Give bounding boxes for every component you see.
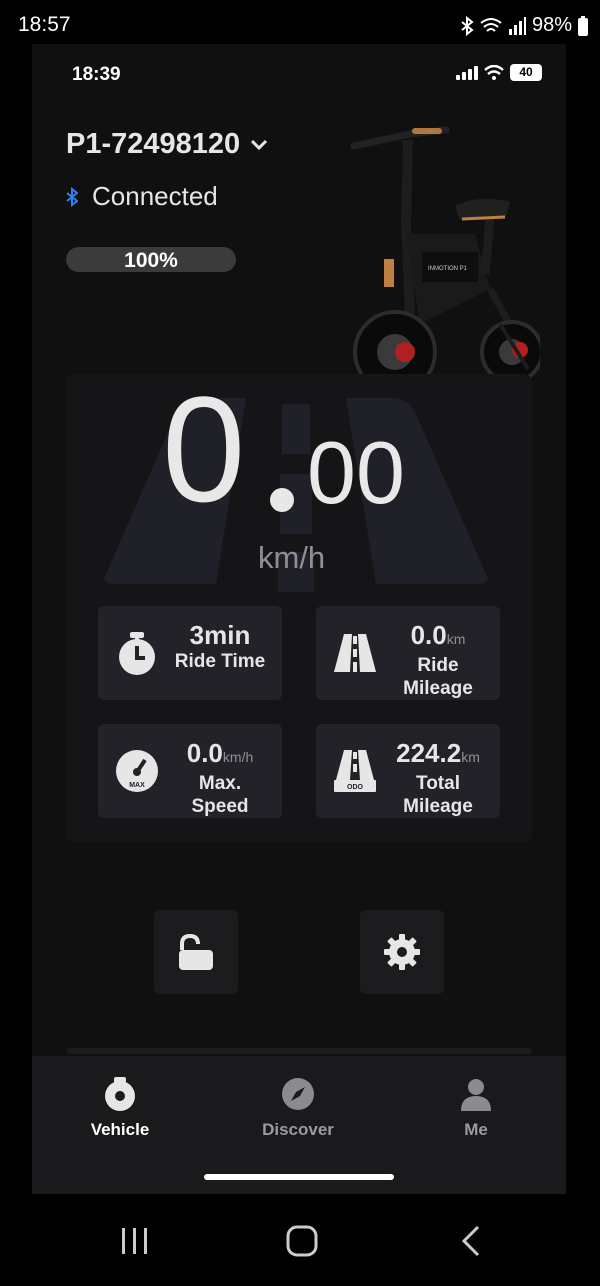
ride-time-label: Ride Time [174,651,266,672]
back-icon[interactable] [460,1225,482,1257]
bottom-nav: Vehicle Discover Me [32,1056,566,1194]
app-screen: 18:39 40 P1-72498120 Connected 100% INMO… [32,44,566,1194]
ride-mileage-value: 0.0 [410,620,447,650]
speed-integer: 0 [162,365,246,533]
android-clock: 18:57 [18,13,71,36]
speedometer-icon: MAX [116,750,158,792]
ride-time-card: 3min Ride Time [98,606,282,700]
ride-mileage-card: 0.0km Ride Mileage [316,606,500,700]
total-mileage-value: 224.2 [396,738,462,768]
home-indicator[interactable] [204,1174,394,1180]
battery-icon [578,15,588,36]
lock-button[interactable] [154,910,238,994]
ride-mileage-unit: km [446,631,466,647]
bluetooth-icon [461,15,474,36]
recent-apps-icon[interactable] [120,1226,150,1256]
device-selector[interactable]: P1-72498120 [66,128,268,161]
ride-time-value: 3min [189,620,251,650]
wifi-icon [480,17,502,32]
settings-button[interactable] [360,910,444,994]
max-speed-value: 0.0 [186,738,223,768]
home-icon[interactable] [286,1225,318,1257]
total-mileage-label-1: Total [416,773,460,794]
scooter-wheel-icon [105,1077,135,1111]
total-mileage-card: ODO 224.2km Total Mileage [316,724,500,818]
speed-unit: km/h [258,540,326,575]
odo-icon-text: ODO [347,784,364,791]
max-speed-label-1: Max. [198,773,242,794]
road-icon [334,634,376,672]
person-icon [461,1079,491,1111]
nav-me-label: Me [464,1120,488,1139]
gear-icon [384,934,420,970]
speed-decimal-point [270,488,294,512]
total-mileage-label-2: Mileage [403,796,473,817]
max-speed-label-2: Speed [191,796,249,817]
nav-discover[interactable]: Discover [238,1076,358,1140]
nav-me[interactable]: Me [416,1076,536,1140]
compass-icon [282,1078,314,1110]
android-status-icons: 98% [460,14,588,37]
ios-status-icons: 40 [456,64,542,81]
nav-vehicle[interactable]: Vehicle [60,1076,180,1140]
connection-label: Connected [92,181,218,211]
max-speed-card: MAX 0.0km/h Max. Speed [98,724,282,818]
chevron-down-icon [251,139,268,150]
connection-status: Connected [66,181,218,212]
ios-signal-icon [456,65,478,80]
ios-clock: 18:39 [72,64,121,85]
device-name: P1-72498120 [66,128,241,160]
content-divider [66,1048,532,1054]
max-icon-text: MAX [129,782,145,789]
vehicle-battery-bar: 100% [66,247,236,272]
scooter-image: INMOTION P1 [350,126,540,394]
ios-wifi-icon [484,65,504,80]
speed-decimal: 00 [307,423,405,522]
ios-battery-icon: 40 [510,64,542,81]
stopwatch-icon [119,632,155,675]
nav-discover-label: Discover [262,1120,334,1139]
ride-mileage-label-2: Mileage [403,678,473,699]
nav-vehicle-label: Vehicle [90,1120,150,1139]
svg-text:INMOTION P1: INMOTION P1 [428,266,468,272]
odometer-road-icon: ODO [334,750,376,792]
ride-mileage-label-1: Ride [417,655,459,676]
android-battery-percent: 98% [531,14,572,36]
bluetooth-connected-icon [66,186,78,207]
total-mileage-unit: km [461,749,480,765]
android-nav-bar [0,1196,600,1286]
unlock-icon [179,933,213,970]
max-speed-unit: km/h [222,749,254,765]
signal-icon [508,16,526,35]
